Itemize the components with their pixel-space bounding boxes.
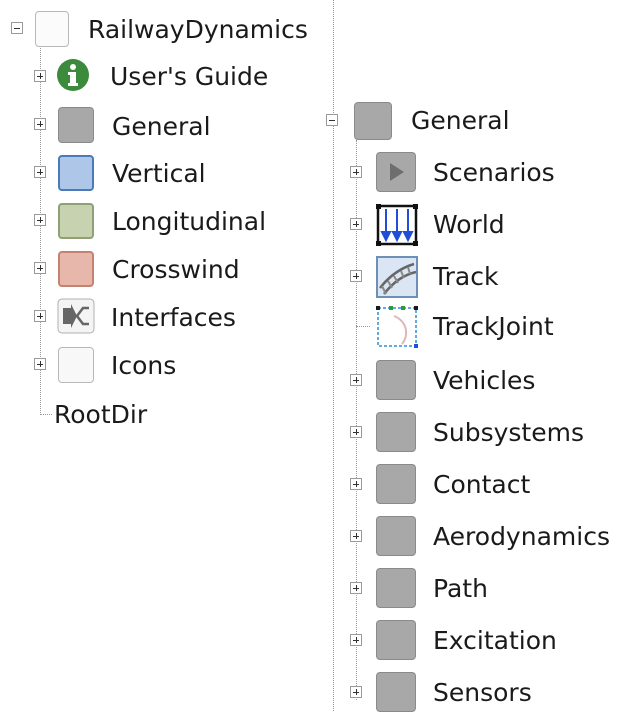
world-icon [376, 204, 418, 246]
tree-node-label: Track [433, 262, 499, 291]
tree-node-rootdir[interactable]: RootDir [0, 394, 300, 434]
expand-toggle[interactable] [350, 218, 362, 230]
tree-node-label: Longitudinal [112, 207, 267, 236]
expand-toggle[interactable] [34, 118, 46, 130]
interfaces-icon [57, 298, 95, 334]
tree-node-general-root[interactable]: General [320, 98, 610, 140]
expand-toggle[interactable] [34, 166, 46, 178]
package-gray-icon [58, 107, 94, 143]
tree-node-label: User's Guide [110, 62, 269, 91]
tree-node-track[interactable]: Track [320, 254, 618, 298]
tree-node-label: Crosswind [112, 255, 240, 284]
tree-node-crosswind[interactable]: Crosswind [0, 248, 300, 288]
tree-node-general[interactable]: General [0, 104, 300, 144]
tree-node-label: RootDir [54, 400, 148, 429]
scenarios-icon [376, 152, 416, 192]
expand-toggle[interactable] [34, 70, 46, 82]
expand-toggle[interactable] [34, 214, 46, 226]
tree-node-label: TrackJoint [433, 312, 554, 341]
tree-node-aerodynamics[interactable]: Aerodynamics [320, 514, 618, 556]
tree-node-path[interactable]: Path [320, 566, 618, 608]
expand-toggle[interactable] [350, 478, 362, 490]
package-red-icon [58, 251, 94, 287]
expand-toggle[interactable] [34, 358, 46, 370]
package-gray-icon [376, 568, 416, 608]
expand-toggle[interactable] [350, 270, 362, 282]
tree-node-interfaces[interactable]: Interfaces [0, 296, 300, 336]
tree-node-label: World [433, 210, 505, 239]
package-blue-icon [58, 155, 94, 191]
tree-node-label: General [112, 112, 211, 141]
tree-node-railwaydynamics[interactable]: RailwayDynamics [0, 8, 330, 48]
expand-toggle[interactable] [350, 374, 362, 386]
tree-node-world[interactable]: World [320, 202, 618, 246]
package-gray-icon [376, 464, 416, 504]
tree-node-sensors[interactable]: Sensors [320, 670, 618, 712]
trackjoint-icon [376, 306, 418, 348]
tree-node-label: Interfaces [111, 303, 236, 332]
expand-toggle[interactable] [350, 582, 362, 594]
package-icon [35, 11, 69, 47]
tree-node-trackjoint[interactable]: TrackJoint [320, 306, 618, 348]
tree-node-users-guide[interactable]: User's Guide [0, 56, 300, 96]
tree-node-vehicles[interactable]: Vehicles [320, 358, 618, 400]
tree-node-vertical[interactable]: Vertical [0, 152, 300, 192]
collapse-toggle[interactable] [11, 22, 23, 34]
tree-node-scenarios[interactable]: Scenarios [320, 150, 618, 192]
tree-node-label: Sensors [433, 678, 532, 707]
tree-node-icons[interactable]: Icons [0, 344, 300, 384]
package-gray-icon [354, 102, 392, 140]
tree-node-longitudinal[interactable]: Longitudinal [0, 200, 300, 240]
tree-node-label: Scenarios [433, 158, 555, 187]
tree-node-label: Vehicles [433, 366, 536, 395]
package-gray-icon [376, 620, 416, 660]
tree-node-label: Contact [433, 470, 531, 499]
package-green-icon [58, 203, 94, 239]
expand-toggle[interactable] [34, 310, 46, 322]
tree-node-label: Path [433, 574, 488, 603]
tree-node-label: Excitation [433, 626, 557, 655]
tree-node-excitation[interactable]: Excitation [320, 618, 618, 660]
expand-toggle[interactable] [34, 262, 46, 274]
package-gray-icon [376, 516, 416, 556]
package-gray-icon [376, 412, 416, 452]
tree-node-subsystems[interactable]: Subsystems [320, 410, 618, 452]
tree-node-label: Vertical [112, 159, 206, 188]
collapse-toggle[interactable] [326, 114, 338, 126]
expand-toggle[interactable] [350, 166, 362, 178]
info-icon [56, 58, 90, 92]
tree-node-label: Subsystems [433, 418, 584, 447]
package-white-icon [58, 347, 94, 383]
track-icon [376, 256, 418, 298]
expand-toggle[interactable] [350, 426, 362, 438]
expand-toggle[interactable] [350, 686, 362, 698]
expand-toggle[interactable] [350, 530, 362, 542]
tree-node-label: Aerodynamics [433, 522, 610, 551]
package-gray-icon [376, 672, 416, 712]
tree-node-label: General [411, 106, 510, 135]
tree-node-contact[interactable]: Contact [320, 462, 618, 504]
tree-node-label: RailwayDynamics [88, 15, 308, 44]
package-gray-icon [376, 360, 416, 400]
tree-node-label: Icons [111, 351, 177, 380]
expand-toggle[interactable] [350, 634, 362, 646]
